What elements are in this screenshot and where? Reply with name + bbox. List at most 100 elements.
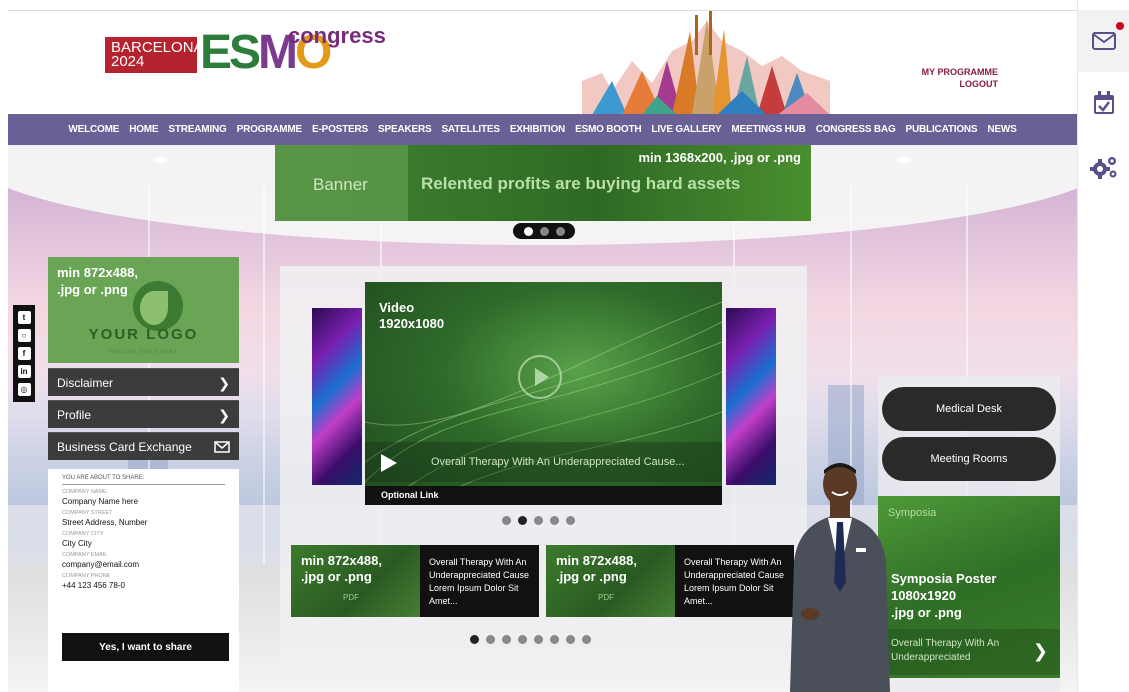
main-nav: WELCOME HOME STREAMING PROGRAMME E-POSTE… — [8, 114, 1077, 145]
pdf-size-label: min 872x488, .jpg or .png — [301, 553, 382, 585]
pdf-card[interactable]: min 872x488, .jpg or .png PDF Overall The… — [546, 545, 794, 617]
carousel-dot[interactable] — [582, 635, 591, 644]
nav-news[interactable]: NEWS — [982, 124, 1021, 135]
logo-year: 2024 — [111, 53, 145, 70]
carousel-dot[interactable] — [518, 516, 527, 525]
nav-speakers[interactable]: SPEAKERS — [373, 124, 436, 135]
carousel-dot[interactable] — [555, 226, 565, 236]
envelope-icon — [1092, 32, 1116, 50]
notification-dot — [1116, 22, 1124, 30]
nav-streaming[interactable]: STREAMING — [163, 124, 231, 135]
nav-welcome[interactable]: WELCOME — [63, 124, 124, 135]
video-label: Video 1920x1080 — [379, 300, 444, 332]
logo-tagline: TAGLINE GOES HERE — [108, 349, 179, 355]
nav-congress-bag[interactable]: CONGRESS BAG — [811, 124, 901, 135]
pdf-format: .jpg or .png — [556, 569, 627, 584]
optional-link[interactable]: Optional Link — [365, 486, 722, 505]
carousel-dot[interactable] — [550, 635, 559, 644]
play-button-icon[interactable] — [381, 454, 397, 472]
pdf-size: min 872x488, — [556, 553, 637, 568]
logo-congress: congress — [288, 23, 386, 48]
carousel-dot[interactable] — [523, 226, 533, 236]
linkedin-icon[interactable]: in — [17, 365, 31, 379]
logo-format: .jpg or .png — [57, 282, 128, 297]
nav-publications[interactable]: PUBLICATIONS — [901, 124, 983, 135]
logo-leaf-icon — [140, 291, 168, 325]
pdf-size: min 872x488, — [301, 553, 382, 568]
messages-button[interactable] — [1078, 10, 1129, 72]
settings-button[interactable] — [1078, 136, 1129, 198]
company-logo-box: min 872x488, .jpg or .png YOUR LOGO TAGLI… — [48, 257, 239, 363]
nav-esmo-booth[interactable]: ESMO BOOTH — [570, 124, 646, 135]
medical-desk-button[interactable]: Medical Desk — [882, 387, 1056, 431]
host-person-illustration — [790, 463, 890, 692]
agenda-button[interactable] — [1078, 72, 1129, 134]
carousel-dot[interactable] — [539, 226, 549, 236]
my-programme-link[interactable]: MY PROGRAMME — [898, 66, 998, 78]
company-email-label: COMPANY EMAIL — [62, 552, 108, 558]
nav-meetings-hub[interactable]: MEETINGS HUB — [726, 124, 810, 135]
nav-satellites[interactable]: SATELLITES — [436, 124, 504, 135]
nav-exhibition[interactable]: EXHIBITION — [505, 124, 570, 135]
pdf-type-label: PDF — [343, 593, 359, 602]
carousel-dot[interactable] — [470, 635, 479, 644]
twitter-icon[interactable]: t — [17, 310, 31, 324]
logo-letter-s: S — [229, 26, 261, 79]
nav-e-posters[interactable]: E-POSTERS — [307, 124, 373, 135]
chevron-right-icon[interactable]: ❯ — [1033, 641, 1048, 662]
symposia-poster-title: Symposia Poster — [891, 571, 997, 586]
carousel-dot[interactable] — [534, 516, 543, 525]
symposia-size: 1080x1920 — [891, 588, 957, 603]
symposia-caption-bar: Overall Therapy With An Underappreciated… — [878, 629, 1060, 675]
carousel-dot[interactable] — [566, 635, 575, 644]
carousel-dot[interactable] — [566, 516, 575, 525]
top-banner[interactable]: Banner min 1368x200, .jpg or .png Relent… — [275, 145, 811, 221]
carousel-dot[interactable] — [502, 635, 511, 644]
side-graphic-left — [312, 308, 362, 485]
business-card-exchange-row[interactable]: Business Card Exchange — [48, 432, 239, 460]
logo-letter-e: E — [200, 26, 232, 79]
video-player[interactable]: Video 1920x1080 Overall Therapy With An … — [365, 282, 722, 504]
nav-live-gallery[interactable]: LIVE GALLERY — [646, 124, 726, 135]
video-controls: Overall Therapy With An Underappreciated… — [365, 442, 722, 482]
video-resolution: 1920x1080 — [379, 316, 445, 331]
video-label-text: Video — [379, 300, 415, 315]
meeting-rooms-button[interactable]: Meeting Rooms — [882, 437, 1056, 481]
symposia-poster[interactable]: Symposia Symposia Poster 1080x1920 .jpg … — [878, 496, 1060, 678]
pdf-description: Overall Therapy With An Underappreciated… — [684, 557, 785, 606]
logout-link[interactable]: LOGOUT — [898, 78, 999, 90]
banner-carousel-dots — [513, 223, 575, 239]
pdf-card[interactable]: min 872x488, .jpg or .png PDF Overall The… — [291, 545, 539, 617]
carousel-dot[interactable] — [486, 635, 495, 644]
logo-size-hint: min 872x488, .jpg or .png — [57, 264, 138, 298]
form-header: YOU ARE ABOUT TO SHARE: — [62, 475, 225, 485]
user-links: MY PROGRAMME LOGOUT — [898, 66, 998, 90]
company-city-value: City City — [62, 539, 92, 548]
nav-home[interactable]: HOME — [124, 124, 163, 135]
virtual-booth-stage: Banner min 1368x200, .jpg or .png Relent… — [8, 145, 1077, 692]
pdf-thumbnail: min 872x488, .jpg or .png PDF — [546, 545, 675, 617]
gears-icon — [1090, 157, 1117, 179]
pdf-description: Overall Therapy With An Underappreciated… — [429, 557, 530, 606]
profile-row[interactable]: Profile ❯ — [48, 400, 239, 428]
facebook-icon[interactable]: f — [17, 346, 31, 360]
globe-icon[interactable]: ◎ — [17, 383, 31, 397]
share-button[interactable]: Yes, I want to share — [62, 633, 229, 661]
company-name-value: Company Name here — [62, 497, 139, 506]
business-card-label: Business Card Exchange — [57, 439, 192, 454]
carousel-dot[interactable] — [550, 516, 559, 525]
carousel-dot[interactable] — [502, 516, 511, 525]
instagram-icon[interactable]: ○ — [17, 328, 31, 342]
carousel-dot[interactable] — [534, 635, 543, 644]
nav-programme[interactable]: PROGRAMME — [232, 124, 307, 135]
social-bar: t ○ f in ◎ — [13, 305, 35, 402]
carousel-dot[interactable] — [518, 635, 527, 644]
logo-size: min 872x488, — [57, 265, 138, 280]
business-card-form: YOU ARE ABOUT TO SHARE: COMPANY NAME Com… — [48, 469, 239, 692]
company-phone-label: COMPANY PHONE — [62, 573, 111, 579]
pdf-format: .jpg or .png — [301, 569, 372, 584]
disclaimer-row[interactable]: Disclaimer ❯ — [48, 368, 239, 396]
right-panel: Medical Desk Meeting Rooms Symposia Symp… — [878, 376, 1060, 692]
play-icon[interactable] — [518, 355, 562, 399]
video-title: Overall Therapy With An Underappreciated… — [431, 456, 685, 468]
